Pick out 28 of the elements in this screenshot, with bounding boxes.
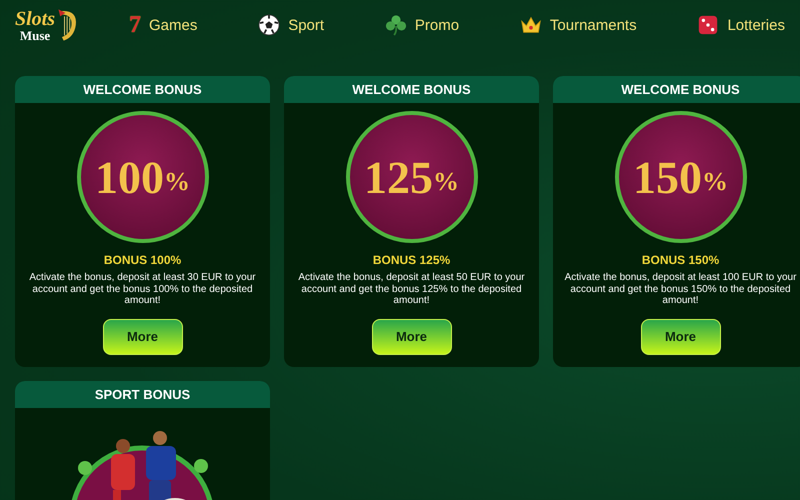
bonus-description: Activate the bonus, deposit at least 50 EUR to your account and get the bonus 125% to the deposited amount!: [297, 272, 526, 306]
more-button[interactable]: More: [640, 318, 720, 354]
nav-link[interactable]: Tournaments: [520, 13, 637, 37]
bonus-description: Activate the bonus, deposit at least 100 EUR to your account and get the bonus 150% to the deposited amount!: [564, 272, 798, 306]
bonus-badge: 100%: [76, 111, 208, 243]
card-title: WELCOME BONUS: [15, 76, 270, 103]
more-button[interactable]: More: [102, 318, 182, 354]
nav-link[interactable]: Sport: [258, 13, 324, 37]
bonus-description: Activate the bonus, deposit at least 30 EUR to your account and get the bonus 100% to the deposited amount!: [28, 272, 257, 306]
card-title: SPORT BONUS: [15, 381, 270, 408]
dice-icon: [697, 14, 720, 36]
bonus-title: BONUS 125%: [372, 253, 450, 267]
soccer-ball-icon: [258, 14, 280, 36]
logo-text: Muse: [20, 28, 50, 42]
bonus-title: BONUS 100%: [104, 253, 182, 267]
crown-icon: [520, 14, 542, 36]
bonus-title: BONUS 150%: [642, 253, 720, 267]
bonus-badge: 150%: [614, 111, 746, 243]
bonus-badge: 125%: [346, 111, 478, 243]
clover-icon: [384, 14, 407, 36]
more-button[interactable]: More: [372, 318, 452, 354]
nav-link[interactable]: 7 Games: [129, 13, 198, 37]
card-title: WELCOME BONUS: [284, 76, 539, 103]
nav-link[interactable]: Promo: [384, 13, 460, 37]
seven-icon: 7: [129, 13, 141, 37]
nav-link[interactable]: Lotteries: [697, 13, 785, 37]
logo-text: Slots: [15, 8, 56, 28]
card-title: WELCOME BONUS: [553, 76, 800, 103]
